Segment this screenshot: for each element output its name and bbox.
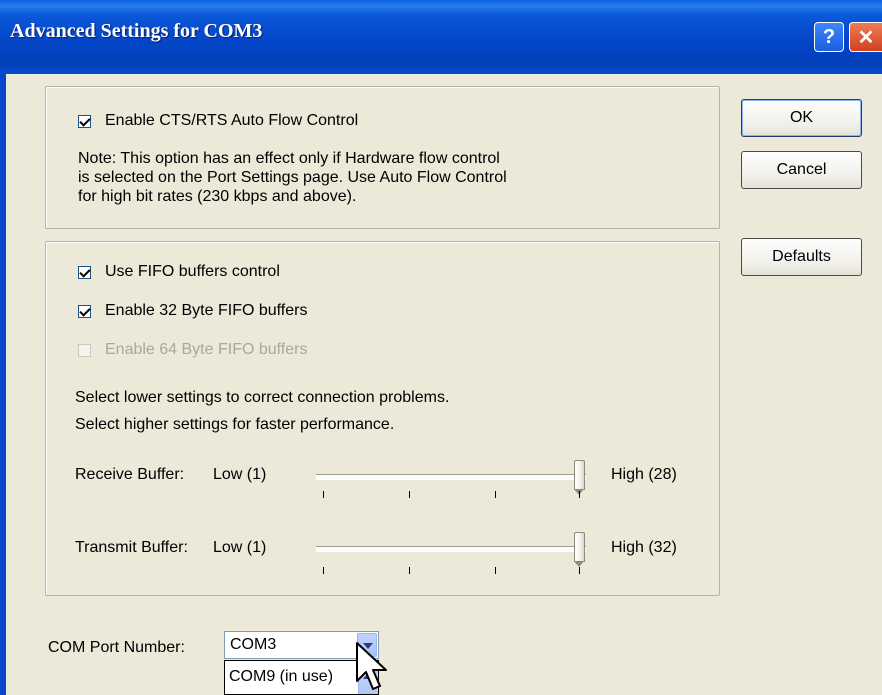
transmit-buffer-label: Transmit Buffer: <box>75 539 188 556</box>
com-port-value: COM3 <box>230 636 277 653</box>
note-line-2: is selected on the Port Settings page. U… <box>78 169 507 186</box>
transmit-low-label: Low (1) <box>213 539 267 556</box>
help-icon: ? <box>822 25 836 48</box>
note-line-1: Note: This option has an effect only if … <box>78 150 500 167</box>
hint-line-2: Select higher settings for faster perfor… <box>75 416 395 433</box>
flow-control-checkbox[interactable] <box>78 115 91 128</box>
receive-tick <box>323 491 324 498</box>
note-line-3: for high bit rates (230 kbps and above). <box>78 188 357 205</box>
transmit-tick <box>579 567 580 574</box>
window-border <box>0 74 6 695</box>
receive-tick <box>579 491 580 498</box>
cancel-button[interactable]: Cancel <box>741 151 862 189</box>
use-fifo-label: Use FIFO buffers control <box>105 263 280 280</box>
hint-line-1: Select lower settings to correct connect… <box>75 389 450 406</box>
transmit-tick <box>495 567 496 574</box>
dropdown-option[interactable]: COM9 (in use) <box>229 668 333 686</box>
com-port-label: COM Port Number: <box>48 639 185 656</box>
transmit-slider-thumb[interactable] <box>574 532 585 567</box>
close-button[interactable]: ✕ <box>849 22 882 52</box>
enable-64-checkbox <box>78 344 91 357</box>
defaults-button[interactable]: Defaults <box>741 238 862 276</box>
mouse-cursor-icon <box>356 642 387 690</box>
enable-64-label: Enable 64 Byte FIFO buffers <box>105 341 308 358</box>
use-fifo-checkbox[interactable] <box>78 266 91 279</box>
receive-tick <box>495 491 496 498</box>
receive-tick <box>409 491 410 498</box>
transmit-slider-track[interactable] <box>316 546 586 551</box>
close-icon: ✕ <box>857 26 875 49</box>
enable-32-checkbox[interactable] <box>78 305 91 318</box>
defaults-button-label: Defaults <box>772 248 831 265</box>
enable-32-label: Enable 32 Byte FIFO buffers <box>105 302 308 319</box>
receive-low-label: Low (1) <box>213 466 267 483</box>
transmit-tick <box>323 567 324 574</box>
window-title: Advanced Settings for COM3 <box>10 20 263 42</box>
title-bar[interactable]: Advanced Settings for COM3 ? ✕ <box>0 0 882 74</box>
receive-high-label: High (28) <box>611 466 677 483</box>
flow-control-label: Enable CTS/RTS Auto Flow Control <box>105 112 359 129</box>
ok-button[interactable]: OK <box>741 99 862 137</box>
help-button[interactable]: ? <box>814 22 844 52</box>
transmit-high-label: High (32) <box>611 539 677 556</box>
receive-buffer-label: Receive Buffer: <box>75 466 185 483</box>
transmit-tick <box>409 567 410 574</box>
receive-slider-thumb[interactable] <box>574 460 585 495</box>
receive-slider-track[interactable] <box>316 474 586 479</box>
